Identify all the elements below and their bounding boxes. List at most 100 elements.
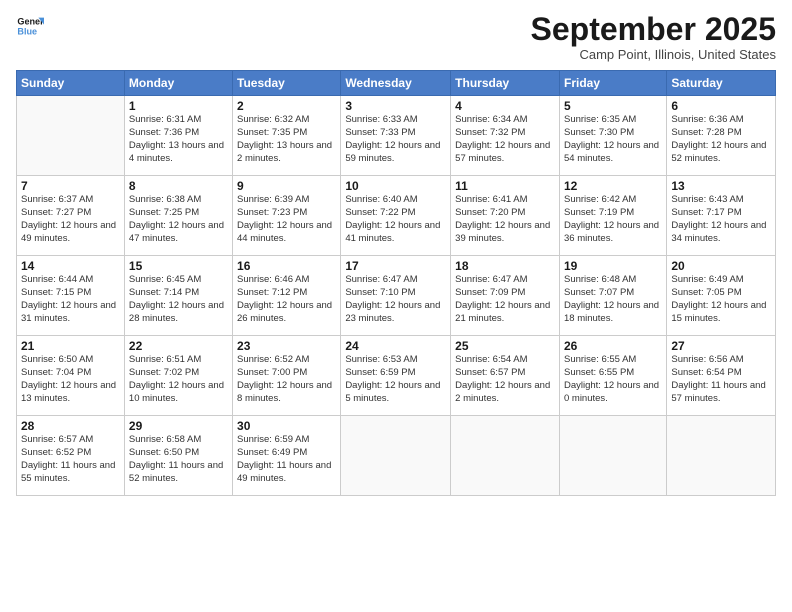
day-number: 11: [455, 179, 555, 193]
day-info: Sunrise: 6:53 AMSunset: 6:59 PMDaylight:…: [345, 354, 446, 405]
page: General Blue September 2025 Camp Point, …: [0, 0, 792, 612]
day-number: 29: [129, 419, 228, 433]
calendar-week-row: 21Sunrise: 6:50 AMSunset: 7:04 PMDayligh…: [17, 336, 776, 416]
day-number: 14: [21, 259, 120, 273]
title-block: September 2025 Camp Point, Illinois, Uni…: [531, 12, 776, 62]
day-info: Sunrise: 6:34 AMSunset: 7:32 PMDaylight:…: [455, 114, 555, 165]
table-row: 27Sunrise: 6:56 AMSunset: 6:54 PMDayligh…: [667, 336, 776, 416]
day-number: 15: [129, 259, 228, 273]
day-number: 28: [21, 419, 120, 433]
day-info: Sunrise: 6:56 AMSunset: 6:54 PMDaylight:…: [671, 354, 771, 405]
calendar-week-row: 1Sunrise: 6:31 AMSunset: 7:36 PMDaylight…: [17, 96, 776, 176]
calendar-week-row: 7Sunrise: 6:37 AMSunset: 7:27 PMDaylight…: [17, 176, 776, 256]
table-row: 14Sunrise: 6:44 AMSunset: 7:15 PMDayligh…: [17, 256, 125, 336]
day-info: Sunrise: 6:33 AMSunset: 7:33 PMDaylight:…: [345, 114, 446, 165]
table-row: 30Sunrise: 6:59 AMSunset: 6:49 PMDayligh…: [233, 416, 341, 496]
table-row: 4Sunrise: 6:34 AMSunset: 7:32 PMDaylight…: [451, 96, 560, 176]
day-number: 3: [345, 99, 446, 113]
day-info: Sunrise: 6:42 AMSunset: 7:19 PMDaylight:…: [564, 194, 662, 245]
table-row: 7Sunrise: 6:37 AMSunset: 7:27 PMDaylight…: [17, 176, 125, 256]
day-info: Sunrise: 6:39 AMSunset: 7:23 PMDaylight:…: [237, 194, 336, 245]
table-row: [667, 416, 776, 496]
logo-icon: General Blue: [16, 12, 44, 40]
day-info: Sunrise: 6:54 AMSunset: 6:57 PMDaylight:…: [455, 354, 555, 405]
day-number: 18: [455, 259, 555, 273]
table-row: 28Sunrise: 6:57 AMSunset: 6:52 PMDayligh…: [17, 416, 125, 496]
table-row: [451, 416, 560, 496]
day-number: 26: [564, 339, 662, 353]
month-title: September 2025: [531, 12, 776, 47]
table-row: 25Sunrise: 6:54 AMSunset: 6:57 PMDayligh…: [451, 336, 560, 416]
day-info: Sunrise: 6:50 AMSunset: 7:04 PMDaylight:…: [21, 354, 120, 405]
day-number: 7: [21, 179, 120, 193]
table-row: 3Sunrise: 6:33 AMSunset: 7:33 PMDaylight…: [341, 96, 451, 176]
table-row: 5Sunrise: 6:35 AMSunset: 7:30 PMDaylight…: [559, 96, 666, 176]
day-number: 9: [237, 179, 336, 193]
table-row: 2Sunrise: 6:32 AMSunset: 7:35 PMDaylight…: [233, 96, 341, 176]
calendar: Sunday Monday Tuesday Wednesday Thursday…: [16, 70, 776, 496]
day-number: 22: [129, 339, 228, 353]
day-info: Sunrise: 6:45 AMSunset: 7:14 PMDaylight:…: [129, 274, 228, 325]
day-number: 19: [564, 259, 662, 273]
day-number: 24: [345, 339, 446, 353]
table-row: 13Sunrise: 6:43 AMSunset: 7:17 PMDayligh…: [667, 176, 776, 256]
day-number: 12: [564, 179, 662, 193]
table-row: 22Sunrise: 6:51 AMSunset: 7:02 PMDayligh…: [124, 336, 232, 416]
table-row: 15Sunrise: 6:45 AMSunset: 7:14 PMDayligh…: [124, 256, 232, 336]
col-thursday: Thursday: [451, 71, 560, 96]
table-row: [559, 416, 666, 496]
logo: General Blue: [16, 12, 44, 40]
day-info: Sunrise: 6:47 AMSunset: 7:10 PMDaylight:…: [345, 274, 446, 325]
table-row: 19Sunrise: 6:48 AMSunset: 7:07 PMDayligh…: [559, 256, 666, 336]
day-info: Sunrise: 6:37 AMSunset: 7:27 PMDaylight:…: [21, 194, 120, 245]
day-number: 20: [671, 259, 771, 273]
table-row: 24Sunrise: 6:53 AMSunset: 6:59 PMDayligh…: [341, 336, 451, 416]
day-info: Sunrise: 6:57 AMSunset: 6:52 PMDaylight:…: [21, 434, 120, 485]
table-row: 21Sunrise: 6:50 AMSunset: 7:04 PMDayligh…: [17, 336, 125, 416]
table-row: 11Sunrise: 6:41 AMSunset: 7:20 PMDayligh…: [451, 176, 560, 256]
day-number: 16: [237, 259, 336, 273]
day-info: Sunrise: 6:36 AMSunset: 7:28 PMDaylight:…: [671, 114, 771, 165]
day-number: 6: [671, 99, 771, 113]
table-row: 6Sunrise: 6:36 AMSunset: 7:28 PMDaylight…: [667, 96, 776, 176]
day-info: Sunrise: 6:35 AMSunset: 7:30 PMDaylight:…: [564, 114, 662, 165]
day-info: Sunrise: 6:32 AMSunset: 7:35 PMDaylight:…: [237, 114, 336, 165]
col-sunday: Sunday: [17, 71, 125, 96]
day-info: Sunrise: 6:41 AMSunset: 7:20 PMDaylight:…: [455, 194, 555, 245]
calendar-week-row: 28Sunrise: 6:57 AMSunset: 6:52 PMDayligh…: [17, 416, 776, 496]
table-row: 23Sunrise: 6:52 AMSunset: 7:00 PMDayligh…: [233, 336, 341, 416]
table-row: 12Sunrise: 6:42 AMSunset: 7:19 PMDayligh…: [559, 176, 666, 256]
day-info: Sunrise: 6:55 AMSunset: 6:55 PMDaylight:…: [564, 354, 662, 405]
location: Camp Point, Illinois, United States: [531, 47, 776, 62]
day-number: 23: [237, 339, 336, 353]
table-row: [17, 96, 125, 176]
col-saturday: Saturday: [667, 71, 776, 96]
day-number: 27: [671, 339, 771, 353]
day-info: Sunrise: 6:59 AMSunset: 6:49 PMDaylight:…: [237, 434, 336, 485]
col-friday: Friday: [559, 71, 666, 96]
table-row: 26Sunrise: 6:55 AMSunset: 6:55 PMDayligh…: [559, 336, 666, 416]
table-row: 18Sunrise: 6:47 AMSunset: 7:09 PMDayligh…: [451, 256, 560, 336]
table-row: 20Sunrise: 6:49 AMSunset: 7:05 PMDayligh…: [667, 256, 776, 336]
table-row: 10Sunrise: 6:40 AMSunset: 7:22 PMDayligh…: [341, 176, 451, 256]
table-row: [341, 416, 451, 496]
col-wednesday: Wednesday: [341, 71, 451, 96]
day-info: Sunrise: 6:48 AMSunset: 7:07 PMDaylight:…: [564, 274, 662, 325]
day-number: 30: [237, 419, 336, 433]
table-row: 9Sunrise: 6:39 AMSunset: 7:23 PMDaylight…: [233, 176, 341, 256]
day-info: Sunrise: 6:38 AMSunset: 7:25 PMDaylight:…: [129, 194, 228, 245]
day-info: Sunrise: 6:44 AMSunset: 7:15 PMDaylight:…: [21, 274, 120, 325]
day-number: 5: [564, 99, 662, 113]
calendar-week-row: 14Sunrise: 6:44 AMSunset: 7:15 PMDayligh…: [17, 256, 776, 336]
day-number: 1: [129, 99, 228, 113]
day-info: Sunrise: 6:51 AMSunset: 7:02 PMDaylight:…: [129, 354, 228, 405]
day-number: 10: [345, 179, 446, 193]
day-info: Sunrise: 6:43 AMSunset: 7:17 PMDaylight:…: [671, 194, 771, 245]
table-row: 1Sunrise: 6:31 AMSunset: 7:36 PMDaylight…: [124, 96, 232, 176]
svg-text:Blue: Blue: [17, 26, 37, 36]
day-info: Sunrise: 6:47 AMSunset: 7:09 PMDaylight:…: [455, 274, 555, 325]
day-info: Sunrise: 6:40 AMSunset: 7:22 PMDaylight:…: [345, 194, 446, 245]
table-row: 16Sunrise: 6:46 AMSunset: 7:12 PMDayligh…: [233, 256, 341, 336]
day-info: Sunrise: 6:31 AMSunset: 7:36 PMDaylight:…: [129, 114, 228, 165]
day-info: Sunrise: 6:58 AMSunset: 6:50 PMDaylight:…: [129, 434, 228, 485]
